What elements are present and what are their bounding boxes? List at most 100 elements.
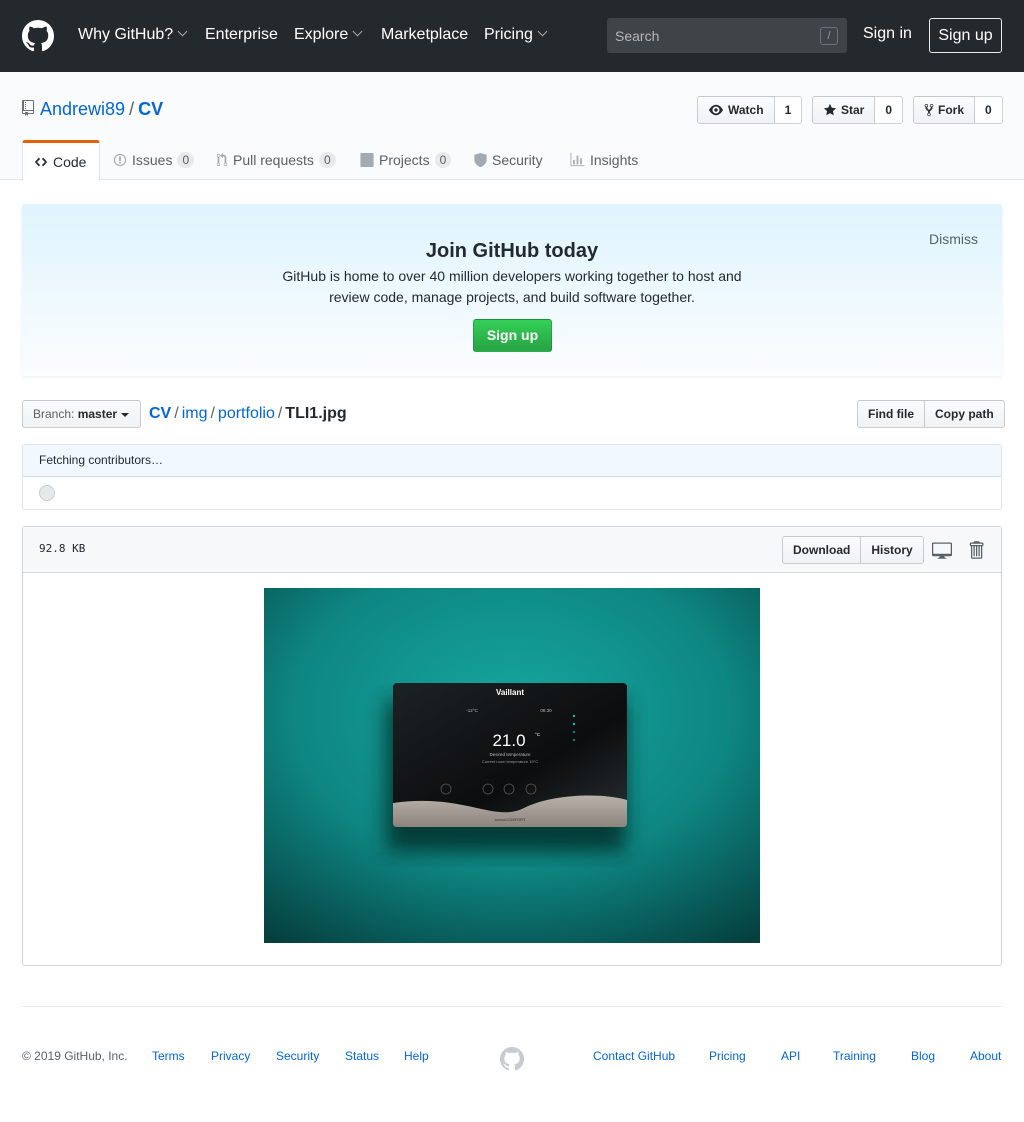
sign-up-button[interactable]: Sign up — [929, 18, 1002, 53]
branch-prefix: Branch: — [33, 407, 75, 421]
footer-link-help[interactable]: Help — [404, 1049, 429, 1063]
find-file-button[interactable]: Find file — [857, 400, 925, 428]
file-viewer: 92.8 KB Download History Vaillant -12°C … — [22, 526, 1002, 966]
contributor-avatar — [39, 485, 55, 501]
nav-enterprise[interactable]: Enterprise — [205, 25, 278, 45]
desktop-icon[interactable] — [932, 540, 952, 560]
footer-link-privacy[interactable]: Privacy — [211, 1049, 250, 1063]
branch-name: master — [77, 407, 118, 421]
file-buttons: Download History — [782, 536, 924, 564]
footer-link-terms[interactable]: Terms — [152, 1049, 185, 1063]
device-temperature: 21.0 — [492, 731, 525, 750]
footer-link-security[interactable]: Security — [276, 1049, 319, 1063]
thermostat-photo: Vaillant -12°C 06:30 21.0 °C Desired tem… — [264, 588, 760, 943]
commit-tease: Fetching contributors… — [22, 444, 1002, 510]
nav-label: Enterprise — [205, 26, 278, 43]
tab-label: Security — [492, 152, 543, 168]
repo-icon — [22, 100, 34, 116]
github-logo-icon[interactable] — [22, 20, 54, 52]
github-footer-logo-icon[interactable] — [500, 1047, 524, 1071]
nav-marketplace[interactable]: Marketplace — [381, 25, 468, 45]
fork-group: Fork 0 — [913, 96, 1003, 124]
trash-icon[interactable] — [966, 540, 986, 560]
search-input[interactable] — [607, 18, 807, 53]
star-count[interactable]: 0 — [875, 96, 904, 124]
nav-why-github[interactable]: Why GitHub? — [78, 25, 188, 45]
footer-link-blog[interactable]: Blog — [911, 1049, 935, 1063]
device-time: 06:30 — [540, 708, 552, 713]
projects-counter: 0 — [434, 152, 452, 168]
repo-name-link[interactable]: CV — [138, 99, 163, 119]
star-label: Star — [841, 103, 865, 117]
device-caption-current: Current room temperature 19°C — [482, 759, 538, 764]
breadcrumb: CV / img / portfolio / TLI1.jpg — [149, 404, 347, 424]
nav-label: Pricing — [484, 26, 533, 43]
search-container: / — [607, 18, 847, 53]
tab-projects[interactable]: Projects 0 — [360, 140, 452, 180]
breadcrumb-separator: / — [174, 405, 179, 422]
file-actions: Find file Copy path — [857, 400, 1005, 428]
nav-explore[interactable]: Explore — [294, 25, 363, 45]
tab-insights[interactable]: Insights — [570, 140, 638, 180]
sign-in-link[interactable]: Sign in — [863, 25, 912, 43]
issue-icon — [113, 153, 127, 167]
site-header: Why GitHub? Enterprise Explore Marketpla… — [0, 0, 1024, 72]
signup-banner: Join GitHub today GitHub is home to over… — [22, 204, 1002, 376]
eye-icon — [709, 104, 723, 116]
caret-down-icon — [121, 412, 130, 417]
banner-text: GitHub is home to over 40 million develo… — [282, 268, 742, 305]
watch-button[interactable]: Watch — [697, 96, 775, 124]
device-brand: Vaillant — [496, 688, 524, 697]
chevron-down-icon — [537, 26, 548, 37]
copy-path-button[interactable]: Copy path — [925, 400, 1005, 428]
footer-link-training[interactable]: Training — [833, 1049, 876, 1063]
pull-requests-counter: 0 — [318, 152, 336, 168]
contributors-status: Fetching contributors… — [23, 445, 1001, 477]
breadcrumb-separator: / — [210, 405, 215, 422]
repo-title: Andrewi89/CV — [40, 98, 163, 120]
footer-link-pricing[interactable]: Pricing — [709, 1049, 746, 1063]
tab-issues[interactable]: Issues 0 — [113, 140, 195, 180]
fork-button[interactable]: Fork — [913, 96, 976, 124]
device-product-name: sensoCOMFORT — [495, 817, 526, 822]
pull-request-icon — [216, 153, 228, 167]
graph-icon — [570, 153, 585, 167]
tab-label: Projects — [379, 152, 430, 168]
code-icon — [34, 157, 48, 167]
fork-count[interactable]: 0 — [975, 96, 1003, 124]
search-shortcut-hint: / — [820, 27, 838, 45]
footer-link-api[interactable]: API — [781, 1049, 800, 1063]
breadcrumb-file: TLI1.jpg — [285, 405, 347, 422]
repo-owner-link[interactable]: Andrewi89 — [40, 99, 125, 119]
banner-sign-up-button[interactable]: Sign up — [473, 319, 552, 352]
breadcrumb-portfolio[interactable]: portfolio — [218, 405, 275, 422]
dismiss-button[interactable]: Dismiss — [929, 231, 978, 247]
shield-icon — [474, 153, 487, 167]
breadcrumb-img[interactable]: img — [182, 405, 208, 422]
watch-group: Watch 1 — [697, 96, 803, 124]
watch-label: Watch — [728, 103, 764, 117]
history-button[interactable]: History — [861, 536, 924, 564]
footer-link-contact[interactable]: Contact GitHub — [593, 1049, 675, 1063]
tab-security[interactable]: Security — [474, 140, 543, 180]
tab-pull-requests[interactable]: Pull requests 0 — [216, 140, 336, 180]
watch-count[interactable]: 1 — [774, 96, 803, 124]
file-header: 92.8 KB Download History — [23, 527, 1001, 573]
file-size: 92.8 KB — [39, 542, 86, 555]
tab-code[interactable]: Code — [22, 140, 100, 181]
download-button[interactable]: Download — [782, 536, 862, 564]
footer-divider — [22, 1006, 1002, 1007]
breadcrumb-root[interactable]: CV — [149, 405, 171, 422]
nav-pricing[interactable]: Pricing — [484, 25, 548, 45]
banner-title: Join GitHub today — [425, 240, 599, 262]
footer-link-about[interactable]: About — [970, 1049, 1001, 1063]
nav-label: Marketplace — [381, 26, 469, 43]
tab-label: Insights — [590, 152, 639, 168]
tab-label: Pull requests — [233, 152, 314, 168]
branch-selector[interactable]: Branch: master — [22, 400, 141, 428]
footer-link-status[interactable]: Status — [345, 1049, 379, 1063]
star-button[interactable]: Star — [812, 96, 876, 124]
tab-label: Code — [53, 154, 87, 170]
device-outdoor-temp: -12°C — [466, 708, 478, 713]
fork-icon — [924, 103, 934, 117]
